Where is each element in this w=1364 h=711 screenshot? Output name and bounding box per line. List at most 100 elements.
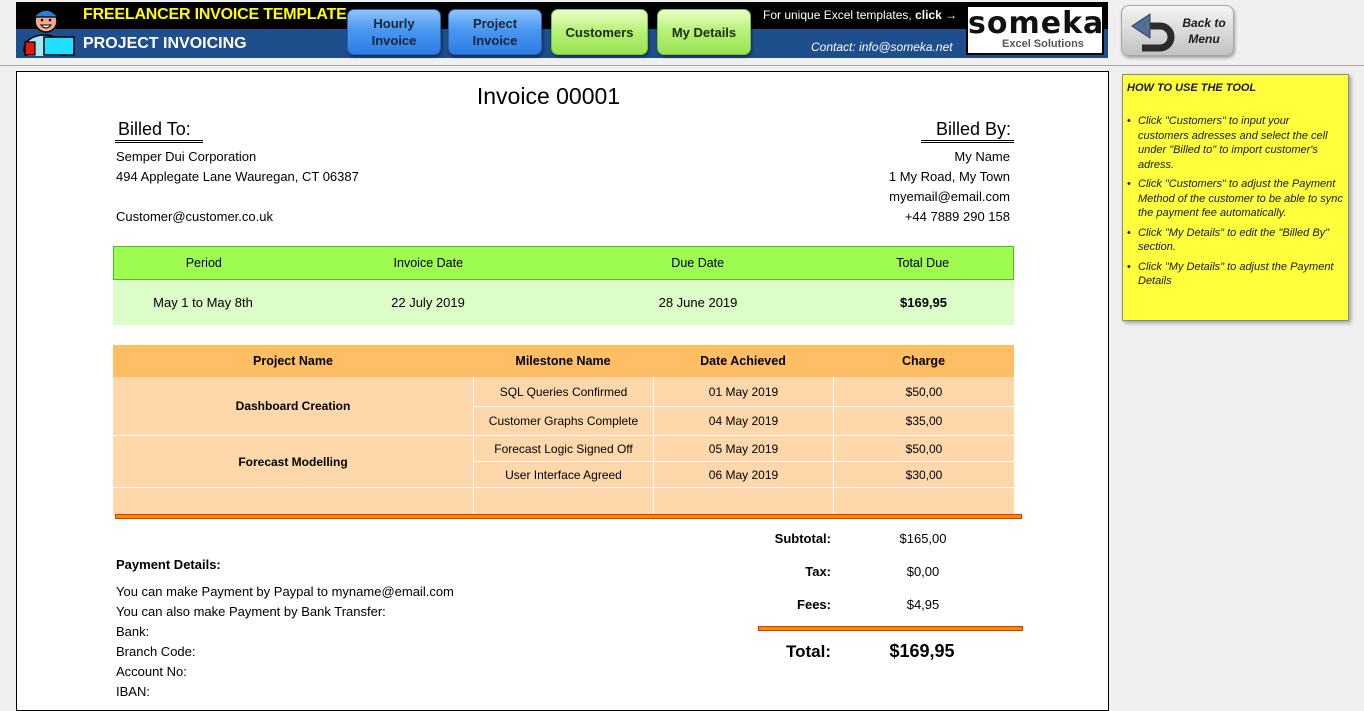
milestone-row: User Interface Agreed 06 May 2019 $30,00 [473,462,1014,488]
fees-value: $4,95 [906,597,940,612]
subtotal-value: $165,00 [899,531,947,546]
promo-link[interactable]: click → [915,8,957,22]
sender-address: 1 My Road, My Town [888,169,1010,184]
milestone-date[interactable]: 06 May 2019 [653,462,833,487]
summary-value-row: May 1 to May 8th 22 July 2019 28 June 20… [113,280,1014,325]
customer-blank-line [116,187,359,207]
milestone-date[interactable]: 05 May 2019 [653,436,833,461]
milestone-name[interactable]: User Interface Agreed [473,462,653,487]
hourly-invoice-label-1: Hourly [373,16,415,31]
logo-wordmark: someka [968,6,1105,41]
milestone-name-empty[interactable] [473,488,653,515]
summary-period[interactable]: May 1 to May 8th [113,280,293,325]
milestone-name[interactable]: Customer Graphs Complete [473,407,653,435]
header-project-name: Project Name [253,354,333,368]
help-list: Click "Customers" to input your customer… [1127,114,1343,289]
hourly-invoice-button[interactable]: Hourly Invoice [347,9,441,55]
milestone-charge[interactable]: $35,00 [833,407,1014,435]
how-to-use-panel: HOW TO USE THE TOOL Click "Customers" to… [1122,74,1349,321]
payment-line: Bank: [116,624,150,639]
header-charge: Charge [901,354,946,368]
milestone-date[interactable]: 01 May 2019 [653,377,833,406]
billed-to-heading: Billed To: [115,118,203,143]
total-label: Total: [785,642,831,661]
milestones-header-row: Project Name Milestone Name Date Achieve… [113,345,1014,377]
project-cell-empty[interactable] [113,488,473,515]
billed-to-block[interactable]: Semper Dui Corporation 494 Applegate Lan… [116,147,359,227]
summary-invoice-date[interactable]: 22 July 2019 [293,280,563,325]
milestone-row-empty [473,488,1014,515]
milestone-date-empty[interactable] [653,488,833,515]
promo-label: For unique Excel templates, [763,8,916,22]
summary-header-row: Period Invoice Date Due Date Total Due [113,246,1014,280]
header-milestone-name: Milestone Name [515,354,611,368]
summary-total-due: $169,95 [900,295,947,310]
back-label-1: Back to [1182,16,1226,30]
milestones-body: Dashboard Creation SQL Queries Confirmed… [113,377,1014,515]
payment-line: Account No: [116,664,187,679]
invoice-sheet: Invoice 00001 Billed To: Semper Dui Corp… [16,71,1109,711]
customers-button-label: Customers [565,24,634,40]
summary-header-period: Period [185,256,222,270]
payment-details-block: You can make Payment by Paypal to myname… [116,582,454,702]
freelancer-avatar-icon [23,9,75,56]
milestone-row: SQL Queries Confirmed 01 May 2019 $50,00 [473,377,1014,407]
milestones-table: Project Name Milestone Name Date Achieve… [113,345,1014,515]
billed-by-heading: Billed By: [921,118,1014,143]
payment-line: You can make Payment by Paypal to myname… [116,584,454,599]
milestone-date[interactable]: 04 May 2019 [653,407,833,435]
summary-due-date[interactable]: 28 June 2019 [563,280,833,325]
milestone-charge[interactable]: $50,00 [833,377,1014,406]
sender-name: My Name [954,149,1010,164]
sender-phone: +44 7889 290 158 [904,209,1010,224]
total-value: $169,95 [889,641,955,661]
invoice-title[interactable]: Invoice 00001 [477,83,620,109]
billed-by-block: My Name 1 My Road, My Town myemail@email… [889,147,1010,227]
payment-line: You can also make Payment by Bank Transf… [116,604,386,619]
totals-underline [758,626,1023,631]
header-divider [0,65,1364,66]
my-details-button-label: My Details [671,24,737,40]
milestone-row: Customer Graphs Complete 04 May 2019 $35… [473,407,1014,436]
milestone-charge-empty[interactable] [833,488,1014,515]
summary-header-due-date: Due Date [671,256,725,270]
fees-label: Fees: [797,597,831,612]
subtotal-label: Subtotal: [774,531,831,546]
summary-header-total-due: Total Due [896,256,950,270]
milestone-name[interactable]: Forecast Logic Signed Off [473,436,653,461]
project-cell[interactable]: Forecast Modelling [113,436,473,488]
help-item: Click "My Details" to adjust the Payment… [1127,260,1343,289]
milestone-charge[interactable]: $50,00 [833,436,1014,461]
invoice-summary-table: Period Invoice Date Due Date Total Due M… [113,246,1014,325]
sender-email: myemail@email.com [889,189,1010,204]
help-item: Click "My Details" to edit the "Billed B… [1127,226,1343,255]
project-invoice-button[interactable]: Project Invoice [448,9,542,55]
project-cell[interactable]: Dashboard Creation [113,377,473,436]
back-label-2: Menu [1188,32,1220,46]
contact-email: Contact: info@someka.net [811,40,953,54]
customer-name: Semper Dui Corporation [116,149,257,164]
milestone-charge[interactable]: $30,00 [833,462,1014,487]
hourly-invoice-label-2: Invoice [371,33,417,48]
someka-logo[interactable]: someka Excel Solutions [966,5,1104,55]
summary-header-invoice-date: Invoice Date [393,256,464,270]
header-banner: FREELANCER INVOICE TEMPLATE PROJECT INVO… [16,2,1108,58]
customers-button[interactable]: Customers [551,9,648,55]
milestone-name[interactable]: SQL Queries Confirmed [473,377,653,406]
milestones-underline [115,514,1022,519]
tax-label: Tax: [805,564,831,579]
milestone-row: Forecast Logic Signed Off 05 May 2019 $5… [473,436,1014,462]
my-details-button[interactable]: My Details [657,9,751,55]
payment-line: Branch Code: [116,644,196,659]
tax-value[interactable]: $0,00 [863,564,983,579]
header-date-achieved: Date Achieved [700,354,786,368]
help-item: Click "Customers" to input your customer… [1127,114,1343,172]
payment-line: IBAN: [116,684,150,699]
promo-text: For unique Excel templates, click → [763,8,957,22]
help-item: Click "Customers" to adjust the Payment … [1127,177,1343,221]
payment-details-heading: Payment Details: [116,557,221,572]
app-title: FREELANCER INVOICE TEMPLATE [83,6,347,23]
back-arrow-icon [1131,13,1175,52]
project-invoice-label-2: Invoice [472,33,518,48]
back-to-menu-button[interactable]: Back to Menu [1121,5,1234,56]
